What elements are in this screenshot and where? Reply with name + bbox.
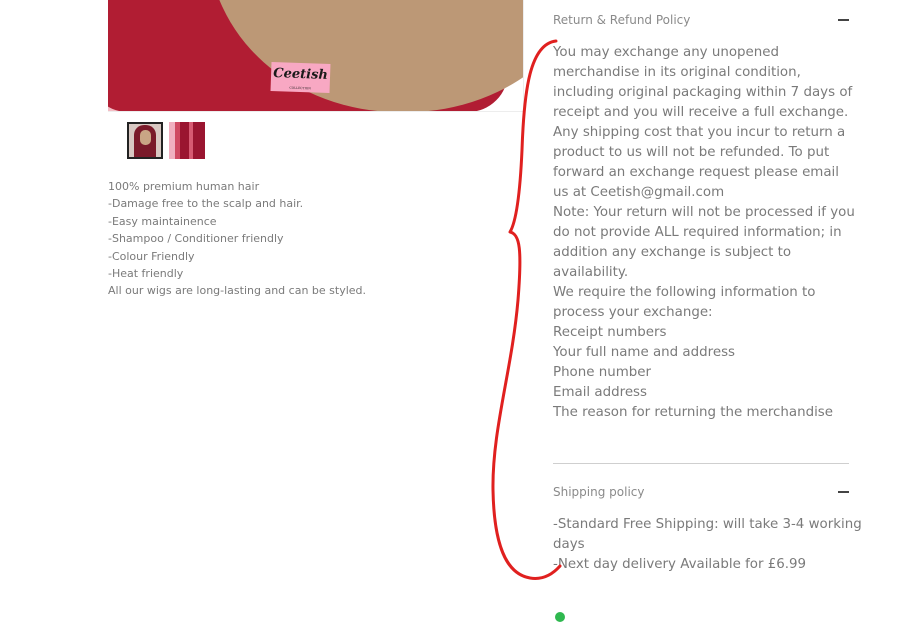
description-line: -Easy maintainence bbox=[108, 214, 217, 228]
return-policy-title[interactable]: Return & Refund Policy bbox=[553, 13, 690, 27]
policy-line: addition any exchange is subject to bbox=[553, 245, 792, 260]
thumbnail-strand bbox=[175, 122, 180, 159]
thumbnail-face bbox=[140, 130, 151, 145]
section-divider bbox=[553, 463, 849, 464]
description-line: -Damage free to the scalp and hair. bbox=[108, 197, 304, 211]
policy-line: The reason for returning the merchandise bbox=[553, 405, 834, 420]
description-line: -Shampoo / Conditioner friendly bbox=[108, 232, 284, 246]
policy-line: process your exchange: bbox=[553, 305, 713, 320]
collapse-return-policy-icon[interactable] bbox=[838, 19, 849, 21]
product-description: 100% premium human hair -Damage free to … bbox=[108, 178, 508, 300]
description-line: All our wigs are long-lasting and can be… bbox=[108, 284, 367, 298]
policy-line: Any shipping cost that you incur to retu… bbox=[553, 125, 846, 140]
collapse-shipping-policy-icon[interactable] bbox=[838, 491, 849, 493]
policy-line: us at Ceetish@gmail.com bbox=[553, 185, 725, 200]
policy-line: You may exchange any unopened bbox=[553, 45, 779, 60]
policy-line: Email address bbox=[553, 385, 648, 400]
shipping-line: -Next day delivery Available for £6.99 bbox=[553, 557, 807, 572]
shipping-policy-title[interactable]: Shipping policy bbox=[553, 485, 645, 499]
policy-line: availability. bbox=[553, 265, 629, 280]
shipping-policy-body: -Standard Free Shipping: will take 3-4 w… bbox=[553, 515, 862, 575]
policy-line: receipt and you will receive a full exch… bbox=[553, 105, 849, 120]
description-line: -Heat friendly bbox=[108, 267, 184, 281]
shipping-line: -Standard Free Shipping: will take 3-4 w… bbox=[553, 517, 862, 532]
policy-line: Your full name and address bbox=[553, 345, 736, 360]
thumbnail-strand bbox=[189, 122, 193, 159]
brand-tag-subtext: COLLECTION bbox=[289, 85, 311, 91]
policy-line: do not provide ALL required information;… bbox=[553, 225, 842, 240]
return-policy-body: You may exchange any unopened merchandis… bbox=[553, 43, 855, 423]
shipping-line: days bbox=[553, 537, 585, 552]
chat-widget-icon[interactable] bbox=[555, 612, 565, 622]
policy-line: product to us will not be refunded. To p… bbox=[553, 145, 830, 160]
description-line: 100% premium human hair bbox=[108, 180, 260, 193]
policy-line: Receipt numbers bbox=[553, 325, 667, 340]
brand-tag-text: Ceetish bbox=[273, 66, 329, 83]
brand-tag: Ceetish COLLECTION bbox=[270, 61, 331, 94]
product-main-image[interactable]: Ceetish COLLECTION bbox=[108, 0, 524, 112]
policy-line: forward an exchange request please email bbox=[553, 165, 839, 180]
policy-line: Note: Your return will not be processed … bbox=[553, 205, 855, 220]
policy-line: including original packaging within 7 da… bbox=[553, 85, 853, 100]
description-line: -Colour Friendly bbox=[108, 249, 195, 263]
thumbnail-2[interactable] bbox=[169, 122, 205, 159]
policy-line: We require the following information to bbox=[553, 285, 816, 300]
policy-line: Phone number bbox=[553, 365, 651, 380]
policy-line: merchandise in its original condition, bbox=[553, 65, 801, 80]
thumbnail-1[interactable] bbox=[127, 122, 163, 159]
